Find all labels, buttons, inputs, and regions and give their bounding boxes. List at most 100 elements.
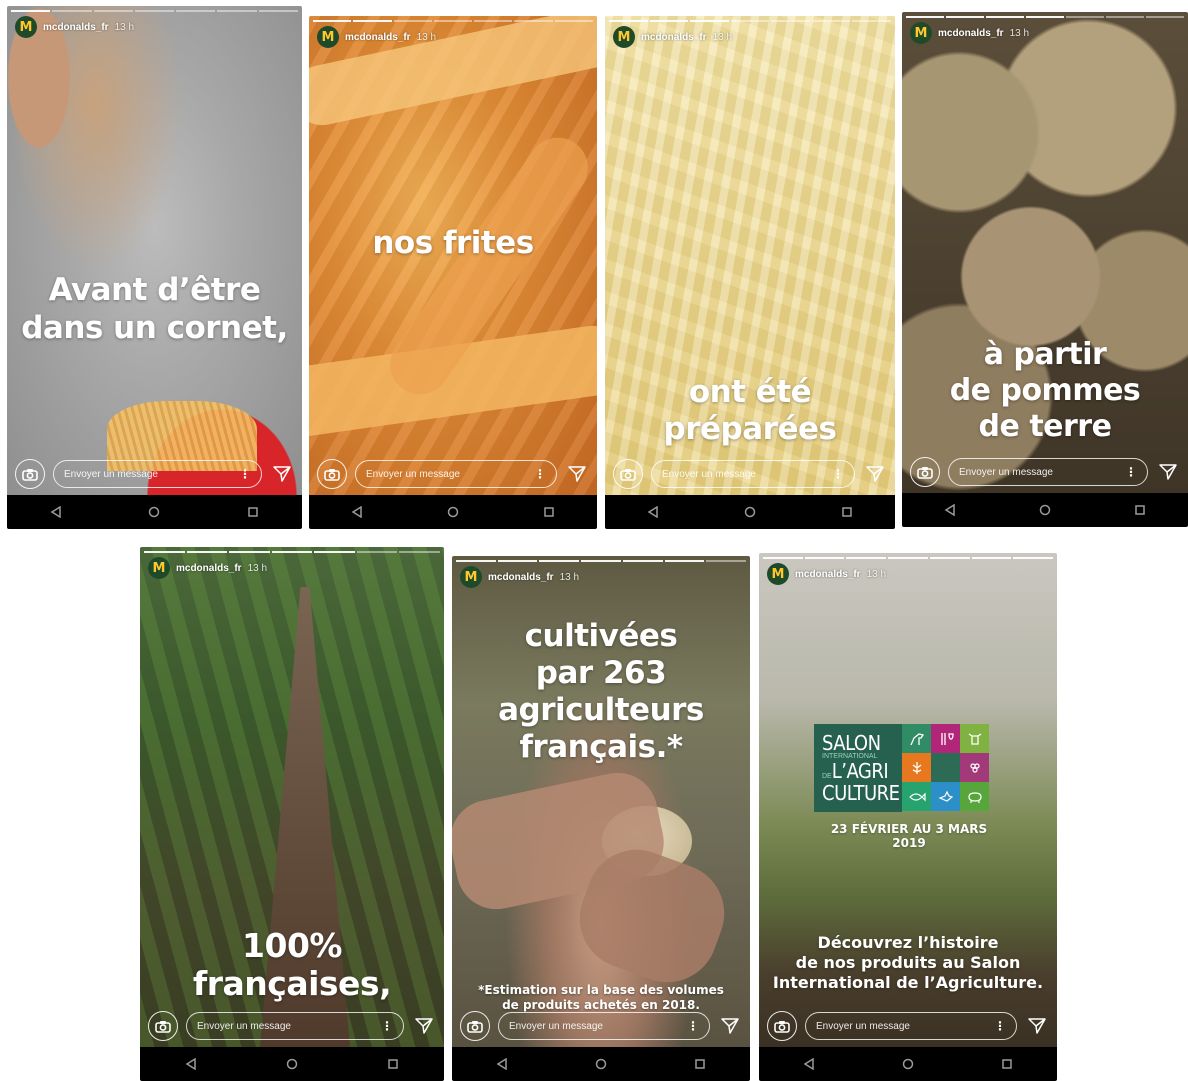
account-username[interactable]: mcdonalds_fr [345, 32, 411, 43]
more-options-icon[interactable]: ⋮ [687, 1019, 699, 1033]
back-icon[interactable] [185, 1058, 197, 1070]
story-card-3[interactable]: M mcdonalds_fr 13 h ont été préparées En… [605, 16, 895, 529]
recents-icon[interactable] [1001, 1058, 1013, 1070]
recents-icon[interactable] [1134, 504, 1146, 516]
send-button[interactable] [1156, 460, 1180, 484]
recents-icon[interactable] [841, 506, 853, 518]
home-icon[interactable] [1039, 504, 1051, 516]
story-card-2[interactable]: M mcdonalds_fr 13 h nos frites Envoyer u… [309, 16, 597, 529]
story-header[interactable]: M mcdonalds_fr 13 h [613, 26, 732, 48]
story-header[interactable]: M mcdonalds_fr 13 h [460, 566, 579, 588]
home-icon[interactable] [286, 1058, 298, 1070]
send-button[interactable] [565, 462, 589, 486]
message-input[interactable]: Envoyer un message ⋮ [651, 460, 855, 488]
android-nav-bar [902, 493, 1188, 527]
story-header[interactable]: M mcdonalds_fr 13 h [317, 26, 436, 48]
home-icon[interactable] [595, 1058, 607, 1070]
message-placeholder: Envoyer un message [366, 468, 460, 480]
horse-icon [909, 732, 924, 745]
message-input[interactable]: Envoyer un message ⋮ [355, 460, 557, 488]
account-username[interactable]: mcdonalds_fr [938, 28, 1004, 39]
send-icon [273, 466, 291, 482]
send-button[interactable] [412, 1014, 436, 1038]
mcdonalds-logo-icon[interactable]: M [767, 563, 789, 585]
wine-icon [940, 732, 954, 745]
message-input[interactable]: Envoyer un message ⋮ [948, 458, 1148, 486]
account-username[interactable]: mcdonalds_fr [488, 572, 554, 583]
reply-bar: Envoyer un message ⋮ [317, 459, 589, 489]
home-icon[interactable] [148, 506, 160, 518]
send-button[interactable] [863, 462, 887, 486]
post-time: 13 h [712, 31, 733, 43]
home-icon[interactable] [744, 506, 756, 518]
mcdonalds-logo-icon[interactable]: M [460, 566, 482, 588]
camera-button[interactable] [15, 459, 45, 489]
more-options-icon[interactable]: ⋮ [239, 467, 251, 481]
story-progress [456, 560, 747, 562]
more-options-icon[interactable]: ⋮ [1125, 465, 1137, 479]
send-icon [721, 1018, 739, 1034]
camera-button[interactable] [460, 1011, 490, 1041]
android-nav-bar [452, 1047, 750, 1081]
story-card-6[interactable]: M mcdonalds_fr 13 h cultivées par 263 ag… [452, 556, 750, 1081]
home-icon[interactable] [447, 506, 459, 518]
message-input[interactable]: Envoyer un message ⋮ [805, 1012, 1017, 1040]
story-headline: nos frites [372, 225, 534, 261]
android-nav-bar [309, 495, 597, 529]
story-header[interactable]: M mcdonalds_fr 13 h [148, 557, 267, 579]
more-options-icon[interactable]: ⋮ [534, 467, 546, 481]
send-button[interactable] [270, 462, 294, 486]
recents-icon[interactable] [387, 1058, 399, 1070]
story-card-1[interactable]: M mcdonalds_fr 13 h Avant d’être dans un… [7, 6, 302, 529]
back-icon[interactable] [496, 1058, 508, 1070]
back-icon[interactable] [944, 504, 956, 516]
more-options-icon[interactable]: ⋮ [832, 467, 844, 481]
send-button[interactable] [718, 1014, 742, 1038]
story-header[interactable]: M mcdonalds_fr 13 h [767, 563, 886, 585]
story-header[interactable]: M mcdonalds_fr 13 h [910, 22, 1029, 44]
story-card-7[interactable]: M mcdonalds_fr 13 h SALON INTERNATIONAL … [759, 553, 1057, 1081]
story-progress [144, 551, 441, 553]
camera-button[interactable] [613, 459, 643, 489]
android-nav-bar [140, 1047, 444, 1081]
back-icon[interactable] [50, 506, 62, 518]
more-options-icon[interactable]: ⋮ [381, 1019, 393, 1033]
back-icon[interactable] [803, 1058, 815, 1070]
account-username[interactable]: mcdonalds_fr [795, 569, 861, 580]
account-username[interactable]: mcdonalds_fr [43, 22, 109, 33]
footnote: *Estimation sur la base des volumes de p… [478, 983, 724, 1012]
story-card-5[interactable]: M mcdonalds_fr 13 h 100% françaises, Env… [140, 547, 444, 1081]
camera-button[interactable] [148, 1011, 178, 1041]
back-icon[interactable] [647, 506, 659, 518]
mcdonalds-logo-icon[interactable]: M [317, 26, 339, 48]
camera-button[interactable] [317, 459, 347, 489]
recents-icon[interactable] [694, 1058, 706, 1070]
mcdonalds-logo-icon[interactable]: M [613, 26, 635, 48]
mcdonalds-logo-icon[interactable]: M [15, 16, 37, 38]
recents-icon[interactable] [247, 506, 259, 518]
post-time: 13 h [1009, 27, 1030, 39]
send-button[interactable] [1025, 1014, 1049, 1038]
message-input[interactable]: Envoyer un message ⋮ [53, 460, 262, 488]
reply-bar: Envoyer un message ⋮ [767, 1011, 1049, 1041]
post-time: 13 h [866, 568, 887, 580]
recents-icon[interactable] [543, 506, 555, 518]
send-icon [568, 466, 586, 482]
message-input[interactable]: Envoyer un message ⋮ [186, 1012, 404, 1040]
back-icon[interactable] [351, 506, 363, 518]
camera-button[interactable] [767, 1011, 797, 1041]
reply-bar: Envoyer un message ⋮ [910, 457, 1180, 487]
story-card-4[interactable]: M mcdonalds_fr 13 h à partir de pommes d… [902, 12, 1188, 527]
account-username[interactable]: mcdonalds_fr [641, 32, 707, 43]
mcdonalds-logo-icon[interactable]: M [148, 557, 170, 579]
send-icon [866, 466, 884, 482]
message-input[interactable]: Envoyer un message ⋮ [498, 1012, 710, 1040]
home-icon[interactable] [902, 1058, 914, 1070]
mcdonalds-logo-icon[interactable]: M [910, 22, 932, 44]
account-username[interactable]: mcdonalds_fr [176, 563, 242, 574]
message-placeholder: Envoyer un message [662, 468, 756, 480]
more-options-icon[interactable]: ⋮ [994, 1019, 1006, 1033]
story-header[interactable]: M mcdonalds_fr 13 h [15, 16, 134, 38]
send-icon [1028, 1018, 1046, 1034]
camera-button[interactable] [910, 457, 940, 487]
